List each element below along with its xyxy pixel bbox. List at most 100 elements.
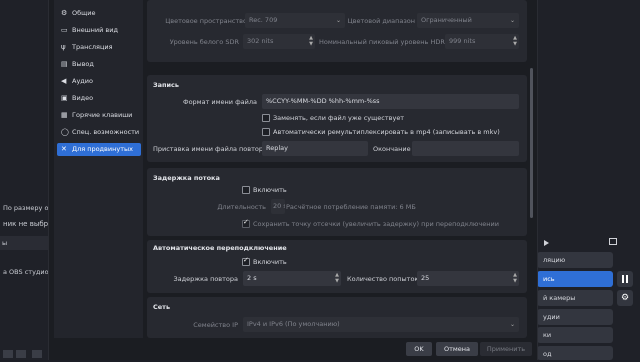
stop-recording-button[interactable]: ись — [537, 271, 613, 287]
virtual-camera-settings-gear-icon[interactable]: ⚙ — [617, 290, 633, 306]
stream-delay-title: Задержка потока — [153, 174, 220, 182]
ok-button[interactable]: OK — [406, 342, 432, 356]
spinner-arrows-icon[interactable]: ▲ ▼ — [513, 272, 517, 284]
add-icon[interactable] — [3, 350, 13, 358]
monitor-icon: ▭ — [61, 26, 68, 34]
remove-icon[interactable] — [16, 350, 26, 358]
sidebar-item-advanced[interactable]: ✕ Для продвинутых — [57, 143, 141, 156]
max-retries-input[interactable]: 25 ▲ ▼ — [417, 271, 519, 286]
studio-list-item[interactable]: а OBS студио у — [3, 268, 55, 276]
virtual-camera-button[interactable]: й камеры — [537, 290, 613, 306]
sidebar-item-audio[interactable]: ◀ Аудио — [57, 75, 141, 88]
exit-button[interactable]: од — [537, 346, 613, 360]
sdr-white-level-label: Уровень белого SDR — [169, 38, 239, 46]
settings-content: Цветовое пространство Rec. 709 ⌄ Цветово… — [147, 0, 527, 338]
spinner-arrows-icon[interactable]: ▲ ▼ — [335, 272, 339, 284]
speaker-icon: ◀ — [61, 77, 67, 85]
sidebar-item-label: Вывод — [72, 60, 94, 68]
sdr-white-level-input[interactable]: 302 nits ▲ ▼ — [243, 34, 315, 49]
sidebar-item-label: Трансляция — [72, 43, 113, 51]
sidebar-item-appearance[interactable]: ▭ Внешний вид — [57, 24, 141, 37]
sidebar-item-video[interactable]: ▣ Видео — [57, 92, 141, 105]
sidebar-item-hotkeys[interactable]: ▦ Горячие клавиши — [57, 109, 141, 122]
color-space-select[interactable]: Rec. 709 ⌄ — [245, 13, 345, 28]
hdr-peak-level-label: Номинальный пиковый уровень HDR — [319, 38, 445, 46]
replay-prefix-label: Приставка имени файла повтора — [153, 145, 267, 153]
pause-button[interactable] — [617, 271, 633, 287]
broadcast-icon: ψ — [61, 43, 66, 51]
hdr-peak-level-value: 999 nits — [449, 37, 476, 45]
reconnect-enable-checkbox[interactable] — [242, 256, 250, 266]
reconnect-panel: Автоматическое переподключение Включить … — [147, 240, 527, 293]
ip-family-select[interactable]: IPv4 и IPv6 (По умолчанию) ⌄ — [243, 317, 519, 332]
start-streaming-button[interactable]: ляцию — [537, 252, 613, 268]
gear-icon: ⚙ — [61, 9, 68, 17]
sidebar-item-accessibility[interactable]: ◯ Спец. возможности — [57, 126, 141, 139]
stream-delay-enable-checkbox[interactable] — [242, 186, 250, 194]
recording-title: Запись — [153, 81, 180, 89]
max-retries-label: Количество попыток — [347, 275, 419, 283]
ip-family-label: Семейство IP — [193, 321, 238, 329]
filename-format-label: Формат имени файла — [182, 98, 257, 106]
suffix-label: Окончание — [373, 145, 411, 153]
memory-usage-text: Расчётное потребление памяти: 6 МБ — [286, 203, 416, 211]
sidebar-item-label: Спец. возможности — [72, 128, 140, 136]
stream-delay-enable-label: Включить — [253, 186, 287, 194]
chevron-down-icon: ⌄ — [509, 321, 515, 328]
preserve-cutoff-checkbox[interactable] — [242, 218, 250, 228]
filename-format-input[interactable]: %CCYY-%MM-%DD %hh-%mm-%ss — [262, 94, 519, 109]
retry-delay-label: Задержка повтора — [173, 275, 238, 283]
sdr-white-level-value: 302 nits — [247, 37, 274, 45]
recording-panel: Запись Формат имени файла %CCYY-%MM-%DD … — [147, 75, 527, 162]
tools-icon: ✕ — [61, 145, 67, 153]
delay-duration-label: Длительность — [217, 203, 266, 211]
main-window-controls-panel: ляцию ись й камеры ⚙ удии ки од — [537, 0, 640, 360]
retry-delay-value: 2 s — [247, 274, 257, 282]
reconnect-enable-label: Включить — [253, 258, 287, 266]
replay-prefix-input[interactable]: Replay — [262, 141, 368, 156]
max-retries-value: 25 — [421, 274, 430, 282]
color-space-label: Цветовое пространство — [165, 17, 247, 25]
apply-button[interactable]: Применить — [480, 342, 532, 356]
settings-button[interactable]: ки — [537, 327, 613, 343]
color-range-label: Цветовой диапазон — [347, 17, 415, 25]
overwrite-checkbox[interactable] — [262, 114, 270, 122]
settings-scrollbar-thumb[interactable] — [530, 68, 533, 218]
chevron-down-icon: ⌄ — [335, 17, 341, 24]
pause-icon — [622, 275, 624, 283]
sidebar-item-label: Внешний вид — [72, 26, 118, 34]
undock-icon[interactable] — [609, 238, 617, 245]
reconnect-title: Автоматическое переподключение — [153, 244, 287, 252]
chevron-down-icon: ⌄ — [509, 17, 515, 24]
cursor-icon — [544, 240, 550, 246]
ip-family-value: IPv4 и IPv6 (По умолчанию) — [247, 320, 340, 328]
main-window-left-panel: По размеру окна ник не выбран ы а OBS ст… — [0, 0, 61, 360]
settings-sidebar: ⚙ Общие ▭ Внешний вид ψ Трансляция ▤ Вывод ◀… — [54, 0, 143, 338]
hdr-peak-level-input[interactable]: 999 nits ▲ ▼ — [445, 34, 519, 49]
sidebar-item-stream[interactable]: ψ Трансляция — [57, 41, 141, 54]
preserve-cutoff-label: Сохранить точку отсечки (увеличить задер… — [253, 220, 499, 228]
suffix-input[interactable] — [412, 141, 519, 156]
auto-remux-checkbox[interactable] — [262, 128, 270, 136]
sidebar-item-label: Горячие клавиши — [72, 111, 133, 119]
video-icon: ▣ — [61, 94, 68, 102]
sidebar-item-label: Видео — [72, 94, 94, 102]
properties-icon[interactable] — [32, 350, 42, 358]
studio-mode-button[interactable]: удии — [537, 309, 613, 325]
color-range-select[interactable]: Ограниченный ⌄ — [417, 13, 519, 28]
video-panel: Цветовое пространство Rec. 709 ⌄ Цветово… — [147, 0, 527, 62]
sidebar-item-output[interactable]: ▤ Вывод — [57, 58, 141, 71]
sidebar-item-general[interactable]: ⚙ Общие — [57, 7, 141, 20]
color-range-value: Ограниченный — [421, 16, 472, 24]
network-title: Сеть — [153, 303, 171, 311]
sidebar-item-label: Общие — [72, 9, 96, 17]
spinner-arrows-icon[interactable]: ▲ ▼ — [513, 35, 517, 47]
retry-delay-input[interactable]: 2 s ▲ ▼ — [243, 271, 341, 286]
sidebar-item-label: Для продвинутых — [72, 145, 133, 153]
stream-delay-panel: Задержка потока Включить Длительность 20… — [147, 168, 527, 236]
color-space-value: Rec. 709 — [249, 16, 278, 24]
spinner-arrows-icon[interactable]: ▲ ▼ — [309, 35, 313, 47]
scenes-header-label: ы — [2, 239, 8, 247]
cancel-button[interactable]: Отмена — [436, 342, 478, 356]
output-icon: ▤ — [61, 60, 68, 68]
